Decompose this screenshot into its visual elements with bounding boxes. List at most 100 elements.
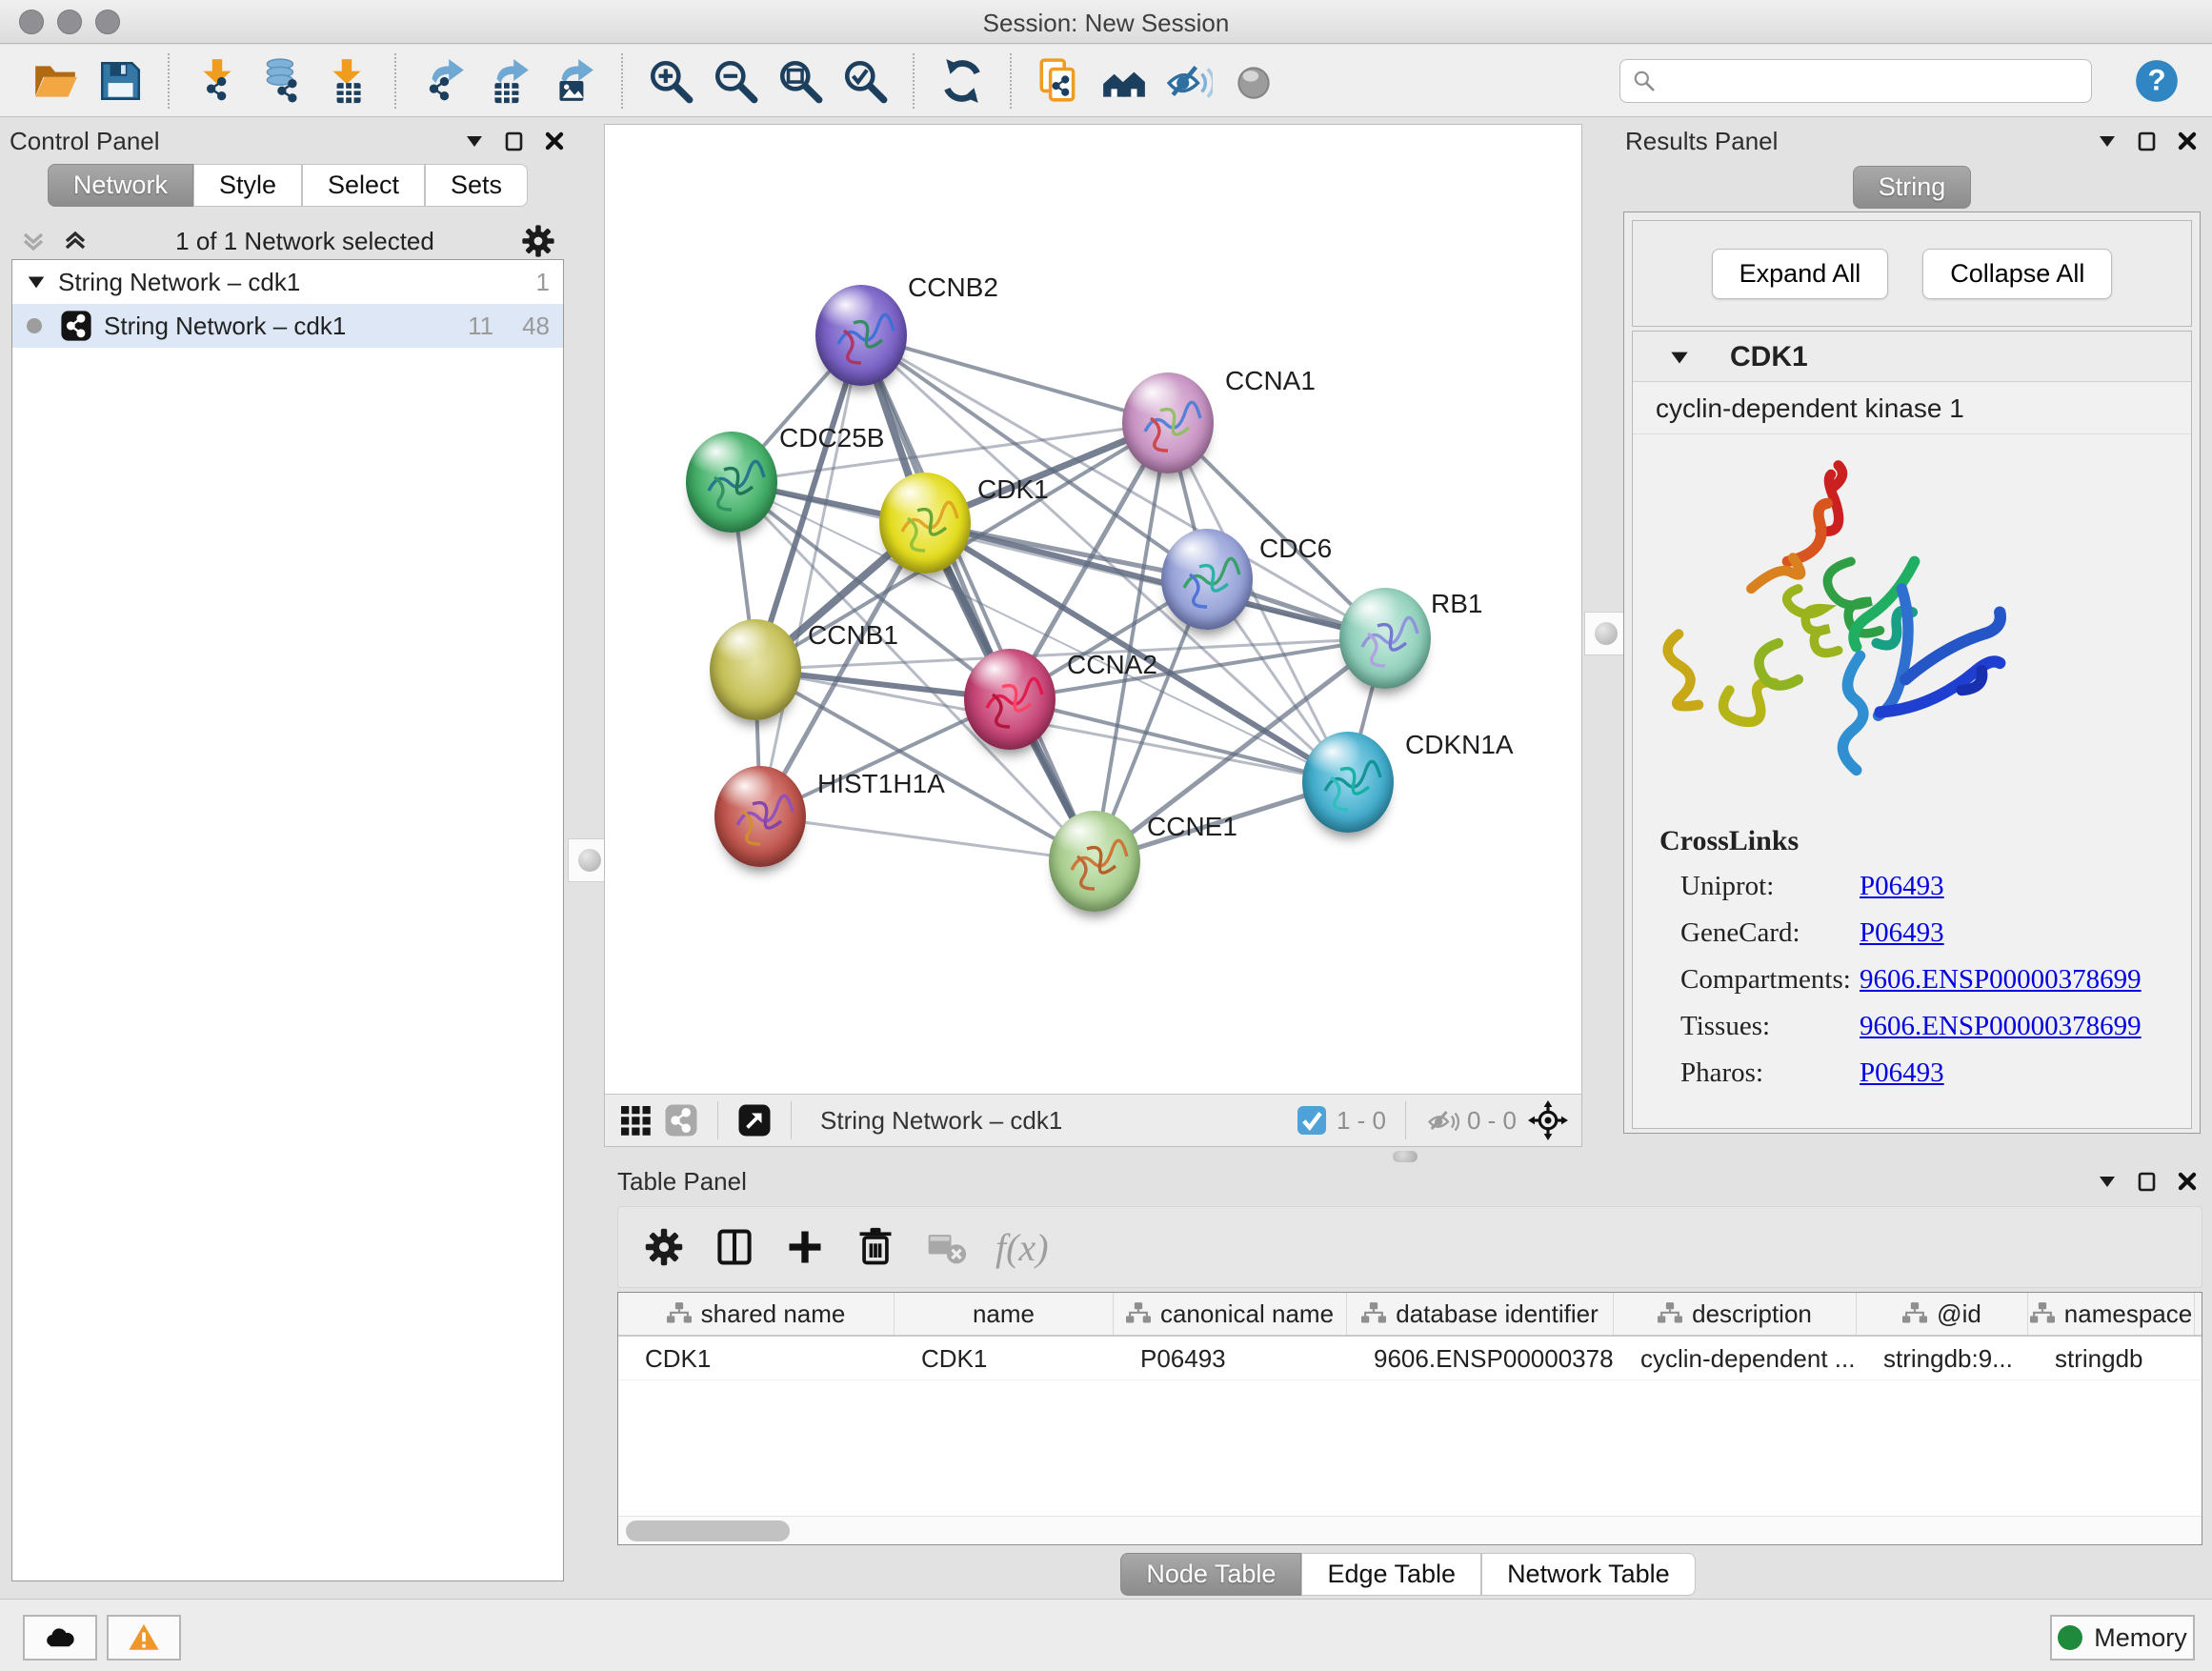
import-network-icon[interactable] (190, 53, 245, 109)
collapse-all-tree-icon[interactable] (61, 227, 90, 255)
crosslinks-title: CrossLinks (1659, 825, 2191, 857)
export-table-icon[interactable] (481, 53, 536, 109)
toolbar-separator (621, 53, 623, 109)
results-menu-caret-icon[interactable] (2096, 130, 2119, 152)
tab-network[interactable]: Network (48, 164, 193, 207)
column-header-namespace[interactable]: namespace (2028, 1293, 2195, 1335)
network-row-selected[interactable]: String Network – cdk1 11 48 (12, 304, 563, 348)
delete-columns-icon[interactable] (855, 1226, 896, 1268)
column-header-id[interactable]: @id (1857, 1293, 2028, 1335)
crosslink-link[interactable]: 9606.ENSP00000378699 (1860, 964, 2142, 996)
create-column-icon[interactable] (784, 1226, 826, 1268)
node-ccna1[interactable] (1122, 372, 1214, 473)
node-label-rb1: RB1 (1431, 589, 1482, 619)
zoom-fit-icon[interactable] (773, 53, 828, 109)
crosslink-row: Pharos:P06493 (1659, 1057, 2191, 1089)
save-session-icon[interactable] (92, 53, 148, 109)
tab-network-table[interactable]: Network Table (1481, 1553, 1696, 1596)
table-mode-gear-icon[interactable] (643, 1226, 685, 1268)
grid-view-icon[interactable] (618, 1103, 653, 1137)
crosslink-link[interactable]: 9606.ENSP00000378699 (1860, 1011, 2142, 1042)
node-hist1h1a[interactable] (714, 766, 806, 867)
node-cdkn1a[interactable] (1302, 732, 1394, 833)
show-hide-columns-icon[interactable] (714, 1226, 755, 1268)
node-ccnb2[interactable] (815, 285, 907, 386)
results-float-icon[interactable] (2136, 130, 2159, 152)
memory-button[interactable]: Memory (2050, 1615, 2195, 1661)
tab-string[interactable]: String (1853, 166, 1972, 209)
hidden-eye-slash-icon[interactable] (1425, 1103, 1459, 1137)
help-button[interactable]: ? (2129, 53, 2184, 109)
new-network-from-selection-icon[interactable] (1032, 53, 1087, 109)
node-cdk1[interactable] (879, 473, 971, 574)
column-header-name[interactable]: name (895, 1293, 1114, 1335)
zoom-selected-icon[interactable] (837, 53, 893, 109)
open-file-icon[interactable] (28, 53, 83, 109)
crosslink-link[interactable]: P06493 (1860, 871, 1944, 902)
table-close-icon[interactable] (2176, 1170, 2199, 1193)
crosslink-link[interactable]: P06493 (1860, 917, 1944, 949)
node-cdc25b[interactable] (686, 432, 777, 533)
selected-checkbox-icon[interactable] (1295, 1103, 1329, 1137)
network-badge-gray-icon[interactable] (664, 1103, 698, 1137)
column-header-description[interactable]: description (1614, 1293, 1857, 1335)
tab-edge-table[interactable]: Edge Table (1301, 1553, 1481, 1596)
tab-style[interactable]: Style (193, 164, 302, 207)
tree-expand-caret-icon[interactable] (26, 272, 47, 292)
panel-menu-caret-icon[interactable] (463, 130, 486, 152)
tab-select[interactable]: Select (302, 164, 425, 207)
function-builder-button[interactable]: f(x) (995, 1225, 1049, 1270)
node-rb1[interactable] (1339, 588, 1431, 689)
panel-close-icon[interactable] (543, 130, 566, 152)
zoom-out-icon[interactable] (708, 53, 763, 109)
ribbon-structure-icon (1339, 588, 1431, 689)
import-table-icon[interactable] (319, 53, 374, 109)
scrollbar-thumb[interactable] (626, 1520, 790, 1541)
node-ccnb1[interactable] (710, 619, 801, 720)
horizontal-splitter-handle[interactable] (1393, 1151, 1418, 1162)
hide-selection-icon[interactable] (1161, 53, 1217, 109)
zoom-in-icon[interactable] (643, 53, 698, 109)
panel-float-icon[interactable] (503, 130, 526, 152)
collapse-all-button[interactable]: Collapse All (1922, 249, 2112, 299)
results-close-icon[interactable] (2176, 130, 2199, 152)
apply-layout-icon[interactable] (935, 53, 990, 109)
table-horizontal-scrollbar[interactable] (618, 1516, 2202, 1544)
table-tabs: Node TableEdge TableNetwork Table (604, 1553, 2212, 1596)
node-ccna2[interactable] (964, 649, 1056, 750)
export-image-icon[interactable] (546, 53, 601, 109)
network-canvas[interactable]: CCNB2CCNA1CDC25BCDK1CDC6RB1CCNB1CCNA2CDK… (605, 125, 1581, 1094)
export-network-icon[interactable] (416, 53, 472, 109)
birdseye-view-icon[interactable] (737, 1103, 772, 1137)
first-neighbors-icon[interactable] (1096, 53, 1152, 109)
column-header-shared-name[interactable]: shared name (618, 1293, 895, 1335)
cloud-status-button[interactable] (23, 1615, 97, 1661)
crosslink-link[interactable]: P06493 (1860, 1057, 1944, 1089)
column-header-canonical-name[interactable]: canonical name (1114, 1293, 1347, 1335)
crosslink-label: Tissues: (1659, 1011, 1860, 1042)
column-header-database-identifier[interactable]: database identifier (1347, 1293, 1614, 1335)
network-collection-row[interactable]: String Network – cdk1 1 (12, 260, 563, 304)
network-options-gear-icon[interactable] (520, 223, 556, 259)
network-collection-label: String Network – cdk1 (58, 268, 508, 297)
expand-all-button[interactable]: Expand All (1712, 249, 1889, 299)
node-cdc6[interactable] (1161, 529, 1253, 630)
show-all-icon[interactable] (1226, 53, 1281, 109)
tab-node-table[interactable]: Node Table (1120, 1553, 1301, 1596)
node-label-cdc6: CDC6 (1259, 534, 1332, 564)
table-menu-caret-icon[interactable] (2096, 1170, 2119, 1193)
table-float-icon[interactable] (2136, 1170, 2159, 1193)
search-input[interactable] (1664, 67, 2080, 95)
node-details-card: CDK1 cyclin-dependent kinase 1 (1632, 331, 2192, 1129)
svg-text:?: ? (2147, 63, 2165, 96)
search-box[interactable] (1619, 59, 2092, 103)
node-ccne1[interactable] (1049, 811, 1140, 912)
warnings-button[interactable] (107, 1615, 181, 1661)
table-row[interactable]: CDK1CDK1P064939606.ENSP00000378699cyclin… (618, 1337, 2202, 1380)
tab-sets[interactable]: Sets (425, 164, 528, 207)
section-collapse-caret-icon[interactable] (1667, 345, 1692, 370)
import-database-icon[interactable] (254, 53, 310, 109)
crosslink-row: Uniprot:P06493 (1659, 871, 2191, 902)
expand-all-tree-icon[interactable] (19, 227, 48, 255)
crosshair-navigate-icon[interactable] (1528, 1100, 1568, 1140)
